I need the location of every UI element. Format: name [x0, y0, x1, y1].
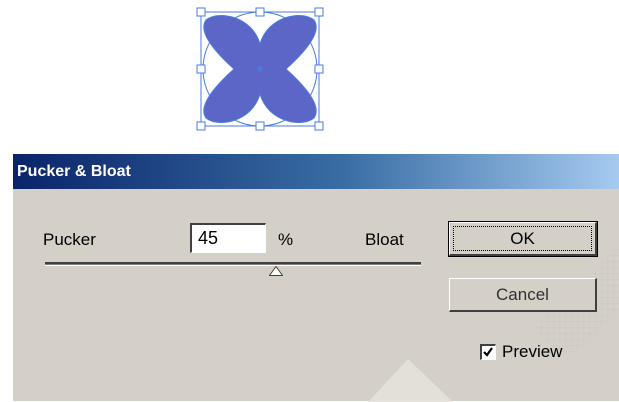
selected-shape[interactable]: [190, 6, 330, 136]
slider-thumb-icon[interactable]: [269, 266, 283, 276]
bloat-label: Bloat: [365, 230, 404, 249]
ok-button[interactable]: OK: [448, 221, 598, 257]
dialog-title-bar[interactable]: Pucker & Bloat: [13, 154, 619, 189]
cancel-button[interactable]: Cancel: [449, 278, 597, 312]
handle-middle-left[interactable]: [196, 64, 206, 74]
pucker-bloat-dialog: Pucker & Bloat Pucker % Bloat OK Cancel …: [12, 153, 619, 402]
check-icon: [483, 347, 493, 357]
preview-label: Preview: [502, 342, 563, 361]
handle-bottom-left[interactable]: [196, 121, 206, 131]
handle-bottom-center[interactable]: [255, 121, 265, 131]
dialog-title: Pucker & Bloat: [17, 163, 131, 180]
percent-sign: %: [278, 230, 294, 249]
pucker-label: Pucker: [43, 230, 96, 249]
center-point: [257, 66, 263, 72]
focus-ring: [453, 226, 592, 251]
artboard-canvas[interactable]: [0, 0, 619, 150]
handle-middle-right[interactable]: [314, 64, 324, 74]
handle-top-center[interactable]: [255, 7, 265, 17]
cancel-button-label: Cancel: [496, 284, 549, 304]
handle-top-right[interactable]: [314, 7, 324, 17]
amount-input[interactable]: [190, 223, 266, 253]
handle-bottom-right[interactable]: [314, 121, 324, 131]
pucker-bloat-slider[interactable]: [45, 262, 421, 266]
handle-top-left[interactable]: [196, 7, 206, 17]
preview-checkbox-box[interactable]: [480, 344, 496, 360]
